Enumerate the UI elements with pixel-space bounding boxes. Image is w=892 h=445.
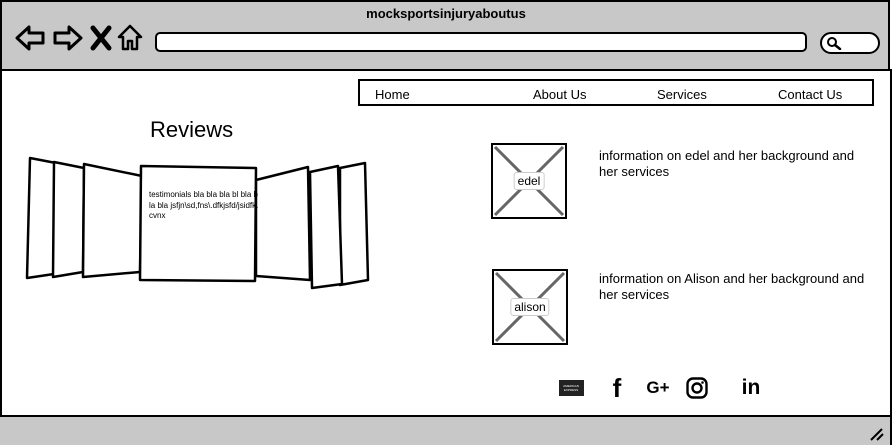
linkedin-icon[interactable]: in bbox=[736, 374, 766, 402]
resize-grip-icon[interactable] bbox=[868, 427, 884, 441]
alison-label: alison bbox=[510, 298, 550, 316]
reviews-heading: Reviews bbox=[150, 117, 234, 142]
carousel-card-right-3 bbox=[338, 161, 370, 287]
testimonial-text: testimonials bla bla bla bl bla bla bla … bbox=[149, 190, 259, 220]
carousel-card-left-2 bbox=[51, 160, 86, 279]
carousel-card-right-2 bbox=[308, 164, 344, 290]
nav-about-us[interactable]: About Us bbox=[533, 87, 586, 102]
instagram-icon[interactable] bbox=[684, 374, 710, 402]
address-bar[interactable] bbox=[155, 32, 807, 52]
carousel-card-left-3 bbox=[81, 162, 144, 279]
close-icon[interactable] bbox=[88, 22, 114, 54]
nav-home[interactable]: Home bbox=[375, 87, 410, 102]
forward-arrow-icon[interactable] bbox=[51, 22, 83, 54]
back-arrow-icon[interactable] bbox=[15, 22, 47, 54]
nav-bar: Home About Us Services Contact Us bbox=[358, 79, 874, 106]
alison-image-placeholder: alison bbox=[492, 269, 568, 345]
nav-contact-us[interactable]: Contact Us bbox=[778, 87, 842, 102]
facebook-icon[interactable]: f bbox=[605, 373, 629, 403]
carousel-card-center bbox=[138, 164, 258, 283]
carousel-card-right-1 bbox=[254, 165, 312, 282]
carousel-card-left-1 bbox=[25, 156, 58, 280]
search-field[interactable] bbox=[820, 32, 880, 54]
status-bar bbox=[0, 415, 890, 445]
reviews-carousel[interactable] bbox=[20, 150, 380, 295]
google-plus-icon[interactable]: G+ bbox=[643, 374, 673, 402]
amex-icon[interactable]: AMERICAN EXPRESS bbox=[557, 374, 585, 402]
home-icon[interactable] bbox=[115, 22, 145, 54]
search-icon bbox=[827, 37, 842, 50]
window-title: mocksportsinjuryaboutus bbox=[366, 6, 526, 21]
edel-label: edel bbox=[513, 172, 545, 190]
nav-services[interactable]: Services bbox=[657, 87, 707, 102]
amex-label: AMERICAN EXPRESS bbox=[558, 380, 584, 396]
alison-info: information on Alison and her background… bbox=[599, 271, 865, 302]
edel-image-placeholder: edel bbox=[491, 143, 567, 219]
edel-info: information on edel and her background a… bbox=[599, 148, 855, 179]
